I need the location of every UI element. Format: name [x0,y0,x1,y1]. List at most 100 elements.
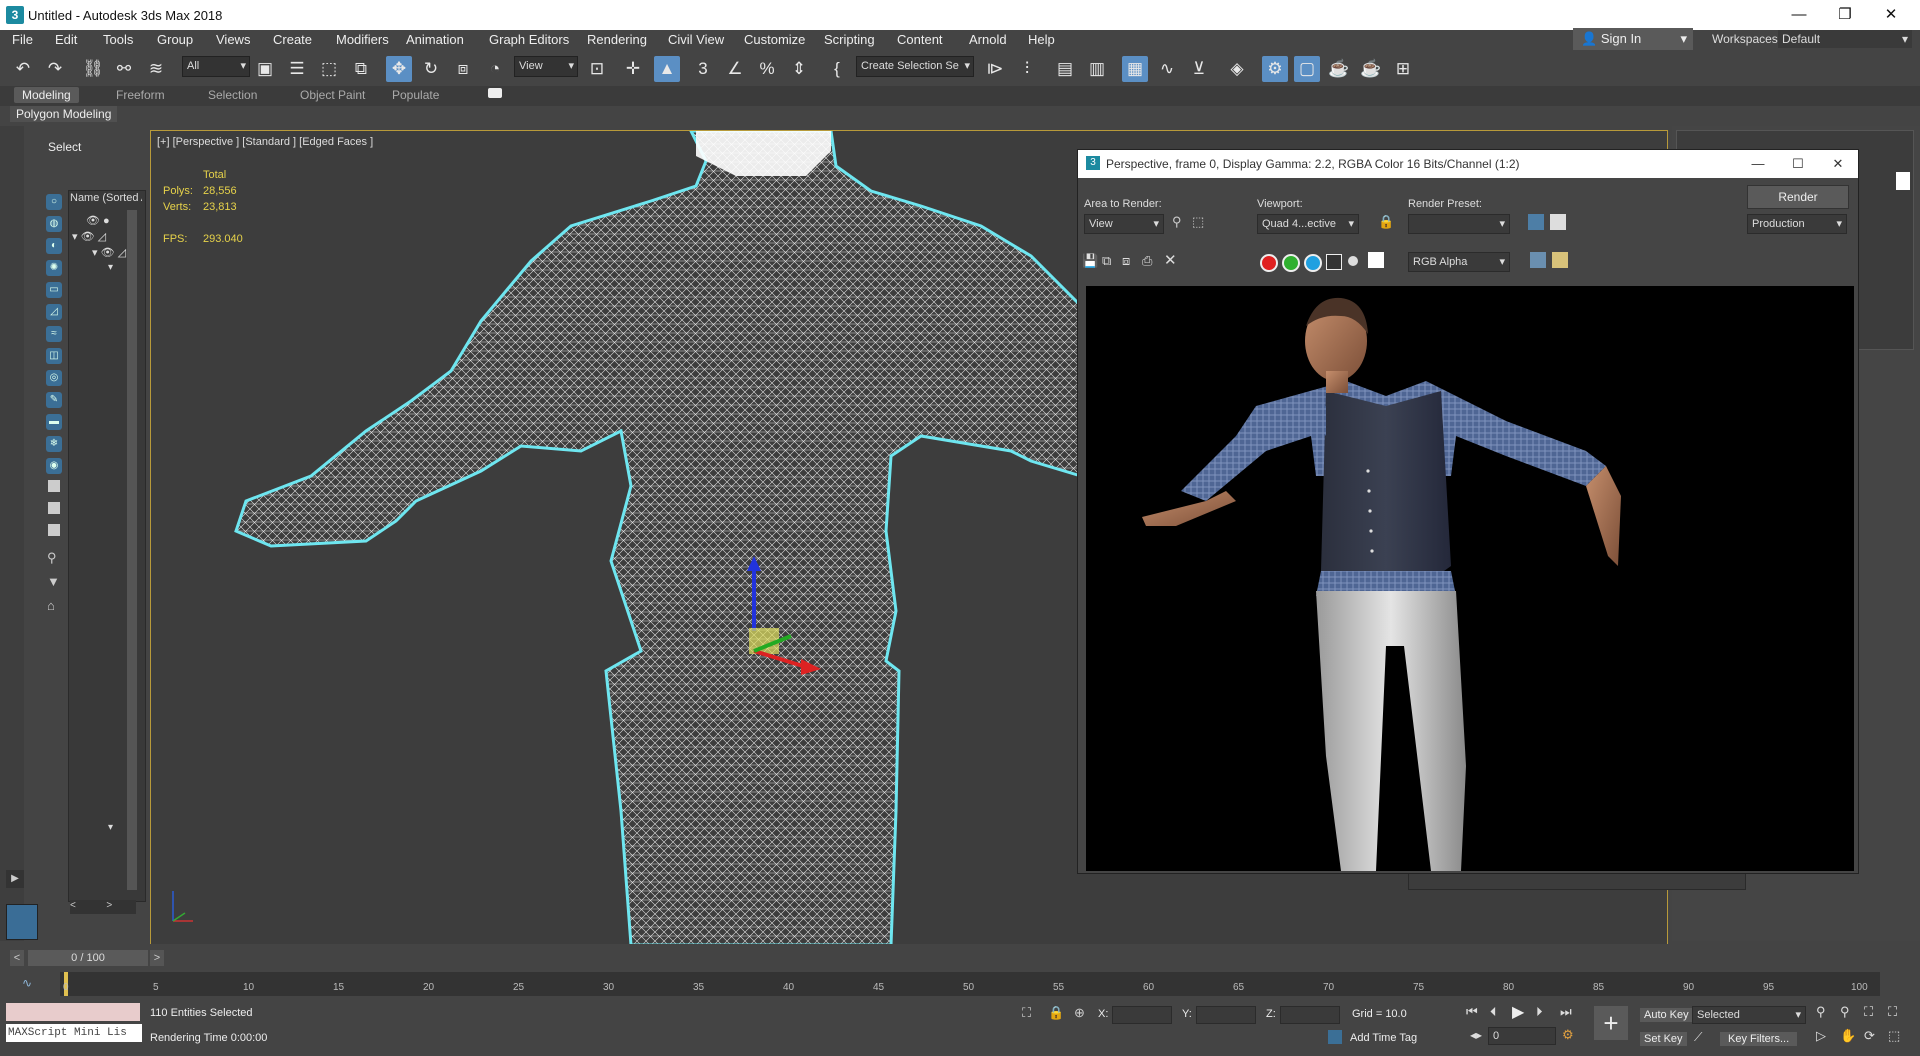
color-swatch[interactable] [1896,172,1910,190]
display-space-warps-icon[interactable]: ≈ [46,326,62,342]
select-menu-label[interactable]: Select [48,140,81,154]
menu-arnold[interactable]: Arnold [969,32,1007,47]
render-grid-icon[interactable]: ⊞ [1390,56,1416,82]
red-channel-toggle[interactable] [1260,254,1278,272]
wireframe-mesh-body[interactable] [234,131,1083,945]
workspace-dropdown[interactable]: Default ▾ [1778,30,1912,48]
select-manipulate-icon[interactable]: ✛ [620,56,646,82]
tree-row-child[interactable]: ▾ 👁 ◿ [92,246,126,259]
y-coordinate-field[interactable] [1196,1006,1256,1024]
render-mode-dropdown[interactable]: Production ▾ [1747,214,1847,234]
timeslider-prev[interactable]: < [10,950,24,966]
selection-lock-icon[interactable]: 🔒 [1048,1005,1064,1021]
tab-object-paint[interactable]: Object Paint [292,87,373,103]
undo-icon[interactable]: ↶ [10,56,36,82]
scene-list-scrollbar[interactable] [127,210,137,890]
render-setup-icon[interactable]: ⚙ [1262,56,1288,82]
swatch-icon[interactable] [1368,252,1384,268]
display-all-icon[interactable] [48,480,60,492]
rendered-frame-window[interactable]: 3 Perspective, frame 0, Display Gamma: 2… [1077,149,1859,874]
time-slider-thumb[interactable]: 0 / 100 [28,950,148,966]
render-window-titlebar[interactable]: 3 Perspective, frame 0, Display Gamma: 2… [1078,150,1858,178]
toggle-ui-overlay-icon[interactable] [1530,252,1546,268]
tab-modeling[interactable]: Modeling [14,87,79,103]
display-invert-icon[interactable] [48,524,60,536]
menu-scripting[interactable]: Scripting [824,32,875,47]
play-icon[interactable]: ▶ [1512,1002,1524,1022]
scene-explorer-icon[interactable]: ▤ [1052,56,1078,82]
menu-customize[interactable]: Customize [744,32,805,47]
ribbon-options-icon[interactable] [488,88,502,98]
viewport-layout-tab[interactable] [6,904,38,940]
sync-selection-icon[interactable]: ⚲ [47,550,57,566]
environment-effects-icon[interactable] [1550,214,1566,230]
display-groups-icon[interactable]: ◫ [46,348,62,364]
material-editor-icon[interactable]: ◈ [1224,56,1250,82]
menu-animation[interactable]: Animation [406,32,464,47]
tab-freeform[interactable]: Freeform [108,87,173,103]
zoom-icon[interactable]: ⚲ [1816,1004,1826,1020]
menu-help[interactable]: Help [1028,32,1055,47]
display-cameras-icon[interactable]: ▭ [46,282,62,298]
pivot-center-icon[interactable]: ⊡ [584,56,610,82]
zoom-extents-all-icon[interactable]: ⛶ [1888,1004,1897,1020]
maximize-viewport-icon[interactable]: ⬚ [1888,1028,1900,1044]
toggle-ui-icon[interactable] [1552,252,1568,268]
menu-graph-editors[interactable]: Graph Editors [489,32,569,47]
select-by-name-icon[interactable]: ☰ [284,56,310,82]
monochrome-toggle[interactable] [1348,256,1358,266]
move-icon[interactable]: ✥ [386,56,412,82]
isolate-selection-icon[interactable]: ⛶ [1022,1005,1031,1021]
rectangular-selection-icon[interactable]: ⬚ [316,56,342,82]
display-channel-dropdown[interactable]: RGB Alpha ▾ [1408,252,1510,272]
menu-views[interactable]: Views [216,32,250,47]
alpha-channel-toggle[interactable] [1326,254,1342,270]
menu-edit[interactable]: Edit [55,32,77,47]
selection-filter-dropdown[interactable]: All ▾ [182,56,250,77]
redo-icon[interactable]: ↷ [42,56,68,82]
render-button[interactable]: Render [1747,185,1849,209]
key-mode-toggle-icon[interactable]: ◂▸ [1470,1028,1482,1042]
tree-expand-icon[interactable]: ▾ [108,822,113,833]
explorer-options-icon[interactable]: ⌂ [47,598,55,613]
next-frame-icon[interactable]: ⏵ [1536,1004,1543,1020]
curve-editor-mini-icon[interactable]: ∿ [22,976,32,990]
percent-snap-icon[interactable]: % [754,56,780,82]
ribbon-toggle-icon[interactable]: ▦ [1122,56,1148,82]
maximize-button[interactable]: ❐ [1822,0,1868,30]
ribbon-panel-label[interactable]: Polygon Modeling [10,106,118,122]
schematic-view-icon[interactable]: ⊻ [1186,56,1212,82]
area-to-render-dropdown[interactable]: View ▾ [1084,214,1164,234]
place-icon[interactable]: ◔ [482,56,508,82]
display-containers-icon[interactable]: ▬ [46,414,62,430]
menu-tools[interactable]: Tools [103,32,133,47]
print-image-icon[interactable]: ⎙ [1142,253,1152,269]
menu-content[interactable]: Content [897,32,943,47]
render-window-minimize[interactable]: — [1738,150,1778,178]
named-selection-dropdown[interactable]: Create Selection Se ▾ [856,56,974,77]
time-config-icon[interactable]: ⚙ [1562,1027,1574,1043]
viewport-dropdown[interactable]: Quad 4...ective ▾ [1257,214,1359,234]
previous-frame-icon[interactable]: ⏴ [1490,1004,1497,1020]
menu-rendering[interactable]: Rendering [587,32,647,47]
display-helpers-icon[interactable]: ◿ [46,304,62,320]
maxscript-listener-input[interactable] [6,1003,140,1021]
window-crossing-icon[interactable]: ⧉ [348,56,374,82]
spinner-snap-icon[interactable]: ⇕ [786,56,812,82]
filter-icon[interactable]: ▼ [47,574,60,589]
edit-region-icon[interactable]: ⚲ [1172,214,1182,230]
green-channel-toggle[interactable] [1282,254,1300,272]
reference-coordinate-dropdown[interactable]: View ▾ [514,56,578,77]
display-frozen-icon[interactable]: ❄ [46,436,62,452]
menu-file[interactable]: File [12,32,33,47]
clear-image-icon[interactable]: ✕ [1164,251,1177,269]
menu-civil-view[interactable]: Civil View [668,32,724,47]
display-shapes-icon[interactable]: ◐ [46,238,62,254]
render-preset-dropdown[interactable]: ▾ [1408,214,1510,234]
tree-expand-icon[interactable]: ▾ [108,262,113,273]
name-column-header[interactable]: Name (Sorted A [70,192,142,204]
current-frame-spinner[interactable]: 0 [1488,1027,1556,1045]
menu-group[interactable]: Group [157,32,193,47]
maxscript-mini-listener[interactable]: MAXScript Mini Lis [6,1024,142,1042]
set-key-button[interactable]: Set Key [1640,1032,1687,1046]
